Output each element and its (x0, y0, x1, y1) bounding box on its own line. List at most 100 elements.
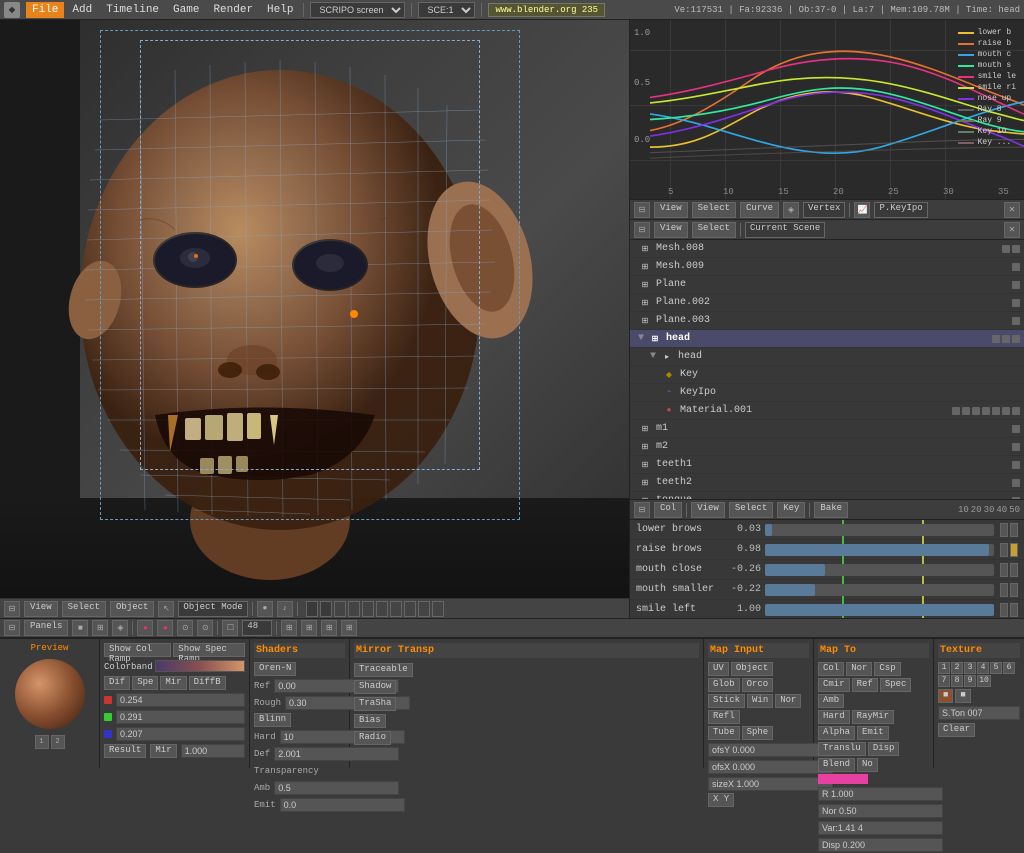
bt-icon4[interactable]: ● (137, 620, 153, 636)
colorband-display[interactable] (155, 660, 245, 672)
shape-btn1-smile-left[interactable] (1000, 603, 1008, 617)
tl-slot-1[interactable] (306, 601, 318, 617)
outliner-item-head-child[interactable]: ▼ ▸ head (630, 348, 1024, 366)
tex-ch2[interactable]: 2 (951, 662, 963, 674)
mat-action5[interactable] (992, 407, 1000, 415)
trasha-btn[interactable]: TraSha (354, 697, 396, 711)
tube-btn[interactable]: Tube (708, 726, 740, 740)
bt-icon8[interactable]: ☐ (222, 620, 238, 636)
sk-select-btn[interactable]: Select (729, 502, 773, 518)
viewport-render-icon[interactable]: ● (257, 601, 273, 617)
menu-game[interactable]: Game (167, 2, 205, 18)
outliner-item-keyipo[interactable]: ~ KeyIpo (630, 384, 1024, 402)
mat-tab-mir[interactable]: Mir (160, 676, 186, 690)
outliner-item-plane[interactable]: ⊞ Plane (630, 276, 1024, 294)
tex-ch10[interactable]: 10 (977, 675, 991, 687)
plane-action1[interactable] (1012, 281, 1020, 289)
blend-btn[interactable]: Blend (818, 758, 855, 772)
nor-val-input[interactable] (818, 804, 943, 818)
viewport-menu-icon[interactable]: ⊟ (4, 601, 20, 617)
tex-icon2[interactable]: ■ (955, 689, 970, 703)
tex-ch4[interactable]: 4 (977, 662, 989, 674)
shape-btn2-mouth-smaller[interactable] (1010, 583, 1018, 597)
shader2-btn[interactable]: Blinn (254, 713, 291, 727)
shape-slider-mouth-close[interactable] (765, 564, 994, 576)
outliner-item-tongue[interactable]: ⊞ tongue (630, 492, 1024, 500)
head-action1[interactable] (992, 335, 1000, 343)
shape-val-lower-brows[interactable]: 0.03 (726, 524, 761, 535)
head-action3[interactable] (1012, 335, 1020, 343)
bias-btn[interactable]: Bias (354, 714, 386, 728)
head-expand[interactable]: ▼ (638, 333, 644, 344)
mat-action7[interactable] (1012, 407, 1020, 415)
ipo-curve-btn[interactable]: Curve (740, 202, 779, 218)
xy-btn[interactable]: X Y (708, 793, 734, 807)
mesh009-action1[interactable] (1012, 263, 1020, 271)
shape-btn1-mouth-smaller[interactable] (1000, 583, 1008, 597)
emit-map-btn[interactable]: Emit (857, 726, 889, 740)
uv-btn[interactable]: UV (708, 662, 729, 676)
shape-val-mouth-smaller[interactable]: -0.22 (726, 584, 761, 595)
nor-map-btn[interactable]: Nor (846, 662, 872, 676)
ipo-ipo-icon[interactable]: 📈 (854, 202, 870, 218)
emit-input[interactable] (280, 798, 405, 812)
bt-icon9[interactable]: ⊞ (281, 620, 297, 636)
shape-slider-lower-brows[interactable] (765, 524, 994, 536)
outliner-item-plane002[interactable]: ⊞ Plane.002 (630, 294, 1024, 312)
tex-ch7[interactable]: 7 (938, 675, 950, 687)
disp-val-input[interactable] (818, 838, 943, 852)
m2-action1[interactable] (1012, 443, 1020, 451)
teeth1-action1[interactable] (1012, 461, 1020, 469)
bt-icon12[interactable]: ⊞ (341, 620, 357, 636)
outliner-menu-icon[interactable]: ⊟ (634, 222, 650, 238)
menu-timeline[interactable]: Timeline (100, 2, 165, 18)
bt-icon7[interactable]: ⊙ (197, 620, 213, 636)
tex-ch8[interactable]: 8 (951, 675, 963, 687)
shape-val-raise-brows[interactable]: 0.98 (726, 544, 761, 555)
tl-slot-6[interactable] (376, 601, 388, 617)
ipo-view-btn[interactable]: View (654, 202, 688, 218)
viewport-cursor-icon[interactable]: ↖ (158, 601, 174, 617)
col-btn[interactable]: Col (818, 662, 844, 676)
shape-btn2-mouth-close[interactable] (1010, 563, 1018, 577)
alpha-btn[interactable]: Alpha (818, 726, 855, 740)
bt-icon3[interactable]: ◈ (112, 620, 128, 636)
menu-file[interactable]: File (26, 2, 64, 18)
screen-selector[interactable]: SCRIPO screen (310, 2, 405, 18)
mat-tab-diffb[interactable]: DiffB (189, 676, 226, 690)
stick-btn[interactable]: Stick (708, 694, 745, 708)
viewport-mode-dropdown[interactable]: Object Mode (178, 601, 247, 617)
bt-icon2[interactable]: ⊞ (92, 620, 108, 636)
viewport-audio-icon[interactable]: ♪ (277, 601, 293, 617)
tex-ch6[interactable]: 6 (1003, 662, 1015, 674)
tl-slot-3[interactable] (334, 601, 346, 617)
shape-btn1-lower-brows[interactable] (1000, 523, 1008, 537)
bt-menu-icon[interactable]: ⊟ (4, 620, 20, 636)
csp-btn[interactable]: Csp (874, 662, 900, 676)
sk-bake-btn[interactable]: Bake (814, 502, 848, 518)
m1-action1[interactable] (1012, 425, 1020, 433)
spec-btn[interactable]: Spec (880, 678, 912, 692)
sphe-btn[interactable]: Sphe (742, 726, 774, 740)
amb-map-btn[interactable]: Amb (818, 694, 844, 708)
bt-icon10[interactable]: ⊞ (301, 620, 317, 636)
tl-slot-8[interactable] (404, 601, 416, 617)
bt-icon1[interactable]: ■ (72, 620, 88, 636)
show-col-ramp-btn[interactable]: Show Col Ramp (104, 643, 171, 657)
bt-frame[interactable]: 48 (242, 620, 272, 636)
shape-btn1-raise-brows[interactable] (1000, 543, 1008, 557)
plane002-action1[interactable] (1012, 299, 1020, 307)
tl-slot-9[interactable] (418, 601, 430, 617)
shape-btn2-smile-left[interactable] (1010, 603, 1018, 617)
sk-col-btn[interactable]: Col (654, 502, 682, 518)
preview-btn1[interactable]: 1 (35, 735, 49, 749)
shape-mouth-close[interactable]: mouth close -0.26 (630, 560, 1024, 580)
outliner-item-mesh008[interactable]: ⊞ Mesh.008 (630, 240, 1024, 258)
tex-ch1[interactable]: 1 (938, 662, 950, 674)
shape-lower-brows[interactable]: lower brows 0.03 (630, 520, 1024, 540)
panels-label[interactable]: Panels (24, 620, 68, 636)
result-btn[interactable]: Result (104, 744, 146, 758)
outliner-select-btn[interactable]: Select (692, 222, 736, 238)
mesh008-action2[interactable] (1012, 245, 1020, 253)
outliner-item-teeth2[interactable]: ⊞ teeth2 (630, 474, 1024, 492)
